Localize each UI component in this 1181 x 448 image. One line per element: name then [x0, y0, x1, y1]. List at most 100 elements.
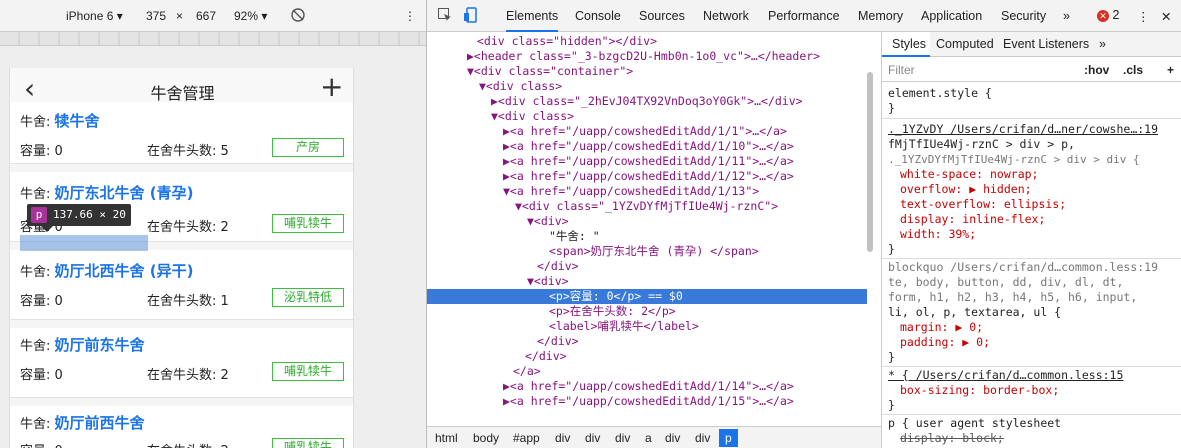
cowshed-name-row: 牛舍: 奶厅北西牛舍 (异干)	[20, 262, 194, 280]
css-property[interactable]: text-overflow: ellipsis;	[900, 197, 1066, 212]
dom-node[interactable]: ▶<a href="/uapp/cowshedEditAdd/1/11">…</…	[503, 154, 794, 169]
rule-selector[interactable]: form, h1, h2, h3, h4, h5, h6, input,	[888, 290, 1137, 305]
dom-node-selected[interactable]: <p>容量: 0</p> == $0	[427, 289, 867, 304]
tab-event-listeners[interactable]: Event Listeners	[1003, 37, 1089, 51]
rule-source[interactable]: ._1YZvDY /Users/crifan/d…ner/cowshe…:19	[888, 122, 1158, 137]
dom-node[interactable]: ▶<header class="_3-bzgcD2U-Hmb0n-1o0_vc"…	[467, 49, 820, 64]
dom-node[interactable]: ▼<div>	[527, 274, 569, 289]
dom-node[interactable]: ▼<div>	[527, 214, 569, 229]
rule-source[interactable]: blockquo /Users/crifan/d…common.less:19	[888, 260, 1158, 275]
crumb-item[interactable]: div	[615, 431, 630, 445]
dom-node[interactable]: ▼<div class>	[491, 109, 574, 124]
hov-button[interactable]: :hov	[1084, 63, 1109, 77]
dom-node[interactable]: </a>	[513, 364, 541, 379]
status-badge: 泌乳特低	[272, 288, 344, 307]
rule-source[interactable]: * { /Users/crifan/d…common.less:15	[888, 368, 1123, 383]
dom-node[interactable]: ▶<div class="_2hEvJ04TX92VnDoq3oY0Gk">…<…	[491, 94, 803, 109]
device-menu-icon[interactable]: ⋮	[404, 9, 416, 23]
device-select[interactable]: iPhone 6 ▾	[66, 9, 123, 23]
dom-node[interactable]: ▶<a href="/uapp/cowshedEditAdd/1/14">…</…	[503, 379, 794, 394]
status-badge: 哺乳犊牛	[272, 438, 344, 448]
css-property[interactable]: display: inline-flex;	[900, 212, 1045, 227]
more-tabs-icon[interactable]: »	[1063, 9, 1070, 23]
list-item[interactable]: 牛舍: 奶厅前东牛舍 容量: 0 在舍牛头数: 2 哺乳犊牛	[10, 328, 353, 398]
list-item[interactable]: 牛舍: 犊牛舍 容量: 0 在舍牛头数: 5 产房	[10, 102, 353, 164]
tab-computed[interactable]: Computed	[936, 37, 994, 51]
dom-node[interactable]: <div class="hidden"></div>	[477, 34, 657, 49]
height-input[interactable]: 667	[196, 9, 216, 23]
crumb-item[interactable]: div	[555, 431, 570, 445]
rule-selector[interactable]: p { user agent stylesheet	[888, 416, 1061, 431]
dom-node[interactable]: ▶<a href="/uapp/cowshedEditAdd/1/15">…</…	[503, 394, 794, 409]
css-property[interactable]: width: 39%;	[900, 227, 976, 242]
list-item[interactable]: 牛舍: 奶厅北西牛舍 (异干) 容量: 0 在舍牛头数: 1 泌乳特低	[10, 250, 353, 320]
tab-elements[interactable]: Elements	[506, 9, 559, 32]
divider	[882, 118, 1181, 119]
dom-node[interactable]: ▼<div class="_1YZvDYfMjTfIUe4Wj-rznC">	[515, 199, 778, 214]
css-property[interactable]: white-space: nowrap;	[900, 167, 1038, 182]
crumb-item[interactable]: a	[645, 431, 652, 445]
width-input[interactable]: 375	[146, 9, 166, 23]
error-count: 2	[1112, 8, 1120, 22]
scrollbar[interactable]	[867, 72, 873, 252]
css-property[interactable]: margin: ▶ 0;	[900, 320, 983, 335]
crumb-item[interactable]: div	[585, 431, 600, 445]
dom-node[interactable]: ▼<div class>	[479, 79, 562, 94]
zoom-select[interactable]: 92% ▾	[234, 9, 267, 23]
css-property-overridden[interactable]: display: block;	[900, 431, 1004, 446]
dom-node[interactable]: <span>奶厅东北牛舍 (青孕) </span>	[549, 244, 759, 259]
cls-button[interactable]: .cls	[1123, 63, 1143, 77]
add-icon[interactable]: +	[320, 70, 343, 103]
inspect-icon[interactable]	[437, 7, 453, 26]
crumb-item[interactable]: body	[473, 431, 499, 445]
tab-memory[interactable]: Memory	[858, 9, 903, 23]
dom-node[interactable]: ▼<div class="container">	[467, 64, 633, 79]
divider	[882, 258, 1181, 259]
crumb-item[interactable]: #app	[513, 431, 540, 445]
dom-text[interactable]: "牛舍: "	[549, 229, 600, 244]
dom-node[interactable]: <p>在舍牛头数: 2</p>	[549, 304, 676, 319]
rule-selector[interactable]: element.style {	[888, 86, 992, 101]
dom-node[interactable]: ▶<a href="/uapp/cowshedEditAdd/1/1">…</a…	[503, 124, 787, 139]
crumb-item[interactable]: html	[435, 431, 458, 445]
list-item[interactable]: 牛舍: 奶厅前西牛舍 容量: 0 在舍牛头数: 2 哺乳犊牛	[10, 406, 353, 448]
tab-network[interactable]: Network	[703, 9, 749, 23]
crumb-item-selected[interactable]: p	[719, 429, 738, 447]
dom-node[interactable]: <label>哺乳犊牛</label>	[549, 319, 699, 334]
count-text: 在舍牛头数: 2	[147, 220, 229, 235]
dom-node[interactable]: </div>	[525, 349, 567, 364]
css-property[interactable]: padding: ▶ 0;	[900, 335, 990, 350]
device-toggle-icon[interactable]	[463, 7, 479, 26]
phone-screen: ‹ 牛舍管理 + 牛舍: 犊牛舍 容量: 0 在舍牛头数: 5 产房 牛舍: 奶…	[9, 68, 354, 448]
tab-console[interactable]: Console	[575, 9, 621, 23]
tab-performance[interactable]: Performance	[768, 9, 840, 23]
tab-styles[interactable]: Styles	[882, 32, 930, 57]
crumb-item[interactable]: div	[665, 431, 680, 445]
rule-brace: }	[888, 242, 895, 256]
dom-node[interactable]: </div>	[537, 334, 579, 349]
cowshed-name-row: 牛舍: 奶厅东北牛舍 (青孕)	[20, 184, 194, 202]
breadcrumb: html body #app div div div a div div p	[427, 426, 881, 448]
filter-input[interactable]: Filter	[888, 63, 915, 77]
rotate-icon[interactable]	[290, 7, 306, 26]
dom-node[interactable]: ▶<a href="/uapp/cowshedEditAdd/1/12">…</…	[503, 169, 794, 184]
dom-node[interactable]: ▶<a href="/uapp/cowshedEditAdd/1/10">…</…	[503, 139, 794, 154]
rule-selector[interactable]: li, ol, p, textarea, ul {	[888, 305, 1061, 320]
close-icon[interactable]: ✕	[1161, 9, 1171, 24]
crumb-item[interactable]: div	[695, 431, 710, 445]
tab-sources[interactable]: Sources	[639, 9, 685, 23]
error-icon[interactable]: ✕ 2	[1097, 8, 1119, 22]
css-property[interactable]: overflow: ▶ hidden;	[900, 182, 1032, 197]
tab-application[interactable]: Application	[921, 9, 982, 23]
rule-selector[interactable]: ._1YZvDYfMjTfIUe4Wj-rznC > div > div {	[888, 152, 1140, 167]
devtools-menu-icon[interactable]: ⋮	[1137, 9, 1150, 24]
tab-security[interactable]: Security	[1001, 9, 1046, 23]
more-panes-icon[interactable]: »	[1099, 37, 1106, 51]
rule-selector[interactable]: fMjTfIUe4Wj-rznC > div > p,	[888, 137, 1075, 152]
css-property[interactable]: box-sizing: border-box;	[900, 383, 1059, 398]
capacity-text: 容量: 0	[20, 440, 63, 448]
dom-node[interactable]: </div>	[537, 259, 579, 274]
rule-selector[interactable]: te, body, button, dd, div, dl, dt,	[888, 275, 1123, 290]
dom-node[interactable]: ▼<a href="/uapp/cowshedEditAdd/1/13">	[503, 184, 759, 199]
new-rule-button[interactable]: +	[1167, 63, 1174, 77]
